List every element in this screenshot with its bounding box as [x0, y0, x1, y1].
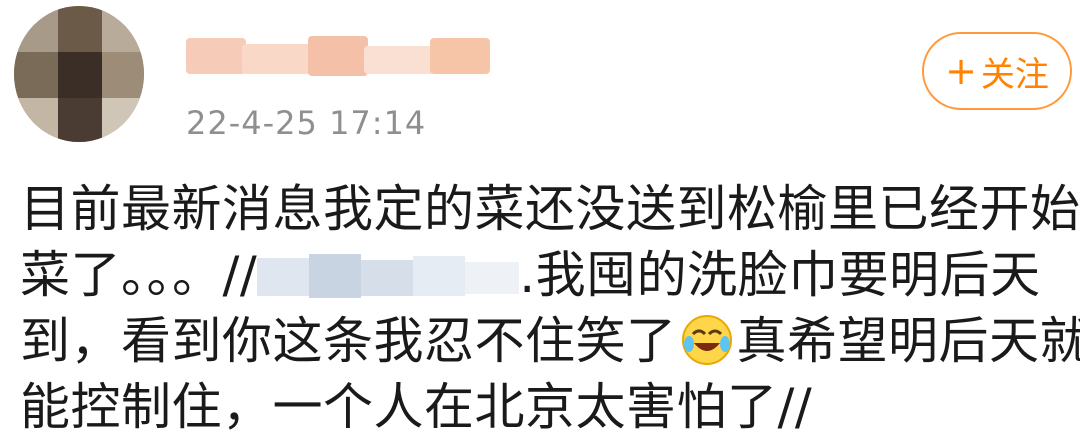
follow-button[interactable]: + 关注: [922, 32, 1072, 110]
username-blurred[interactable]: [186, 34, 498, 80]
comment-line-3: 到，看到你这条我忍不住笑了 真希望明后天就: [20, 308, 1080, 374]
comment-line-1: 目前最新消息我定的菜还没送到松榆里已经开始发: [20, 180, 1080, 238]
avatar[interactable]: [14, 6, 144, 142]
follow-button-label: 关注: [980, 54, 1049, 95]
comment-body: 目前最新消息我定的菜还没送到松榆里已经开始发 菜了。。。// .我囤的洗脸巾要明…: [20, 176, 1080, 440]
comment-line-3-end: 真希望明后天就: [736, 312, 1080, 370]
mention-blurred[interactable]: [257, 254, 520, 300]
post-timestamp: 22-4-25 17:14: [186, 104, 427, 142]
comment-line-4: 能控制住，一个人在北京太害怕了//: [20, 378, 813, 436]
comment-line-2: 菜了。。。// .我囤的洗脸巾要明后天: [20, 242, 1080, 308]
laugh-cry-icon: [681, 314, 733, 366]
comment-line-2-end: .我囤的洗脸巾要明后天: [519, 246, 1041, 304]
weibo-comment: 22-4-25 17:14 + 关注 目前最新消息我定的菜还没送到松榆里已经开始…: [0, 0, 1080, 444]
plus-icon: +: [945, 49, 977, 93]
comment-line-2-start: 菜了。。。//: [20, 246, 258, 304]
comment-line-3-start: 到，看到你这条我忍不住笑了: [20, 312, 677, 370]
